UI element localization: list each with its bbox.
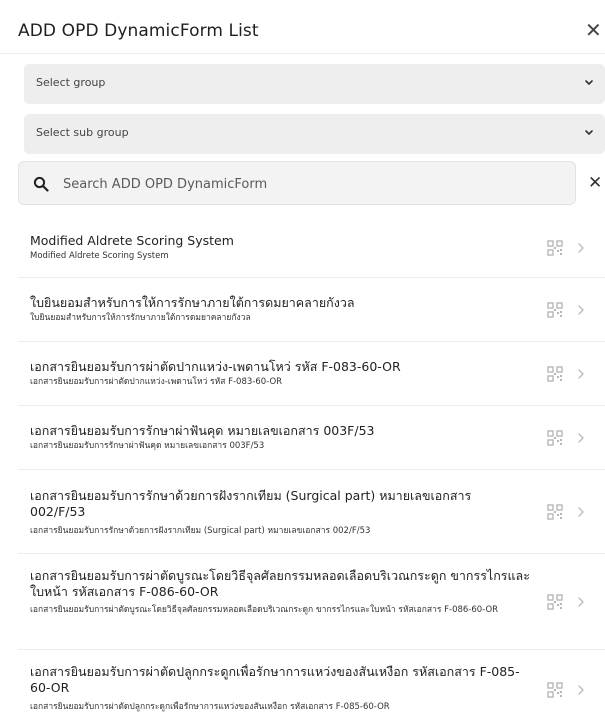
chevron-right-icon[interactable]: [577, 368, 585, 380]
item-subtitle: Modified Aldrete Scoring System: [30, 251, 169, 261]
select-sub-group-label: Select sub group: [36, 126, 129, 139]
item-subtitle: ใบยินยอมสำหรับการให้การรักษาภายใต้การดมย…: [30, 313, 251, 323]
clear-search-icon[interactable]: ✕: [588, 172, 605, 194]
chevron-down-icon: [585, 130, 593, 135]
qr-code-icon[interactable]: [547, 240, 563, 256]
item-subtitle: เอกสารยินยอมรับการผ่าตัดบูรณะโดยวิธีจุลศ…: [30, 605, 499, 615]
search-input[interactable]: Search ADD OPD DynamicForm: [18, 161, 576, 205]
list-item[interactable]: เอกสารยินยอมรับการรักษาด้วยการฝังรากเทีย…: [18, 470, 605, 554]
chevron-right-icon[interactable]: [577, 684, 585, 696]
item-subtitle: เอกสารยินยอมรับการรักษาด้วยการฝังรากเทีย…: [30, 526, 371, 536]
qr-code-icon[interactable]: [547, 302, 563, 318]
chevron-down-icon: [585, 80, 593, 85]
item-title: ใบยินยอมสำหรับการให้การรักษาภายใต้การดมย…: [30, 295, 355, 310]
item-title: เอกสารยินยอมรับการรักษาผ่าฟันคุด หมายเลข…: [30, 423, 375, 438]
select-group-label: Select group: [36, 76, 106, 89]
item-subtitle: เอกสารยินยอมรับการผ่าตัดปลูกกระดูกเพื่อร…: [30, 702, 390, 712]
page-title: ADD OPD DynamicForm List: [18, 21, 259, 41]
qr-code-icon[interactable]: [547, 504, 563, 520]
close-icon[interactable]: ✕: [585, 18, 605, 42]
item-subtitle: เอกสารยินยอมรับการผ่าตัดปากแหว่ง-เพดานโห…: [30, 377, 283, 387]
search-placeholder: Search ADD OPD DynamicForm: [63, 177, 268, 192]
chevron-right-icon[interactable]: [577, 432, 585, 444]
qr-code-icon[interactable]: [547, 594, 563, 610]
qr-code-icon[interactable]: [547, 366, 563, 382]
select-sub-group-dropdown[interactable]: Select sub group: [24, 114, 605, 154]
chevron-right-icon[interactable]: [577, 242, 585, 254]
list-item[interactable]: เอกสารยินยอมรับการรักษาผ่าฟันคุด หมายเลข…: [18, 406, 605, 470]
list-item[interactable]: เอกสารยินยอมรับการผ่าตัดบูรณะโดยวิธีจุลศ…: [18, 554, 605, 650]
item-title: Modified Aldrete Scoring System: [30, 233, 234, 248]
item-subtitle: เอกสารยินยอมรับการรักษาผ่าฟันคุด หมายเลข…: [30, 441, 265, 451]
chevron-right-icon[interactable]: [577, 506, 585, 518]
item-title: เอกสารยินยอมรับการผ่าตัดบูรณะโดยวิธีจุลศ…: [30, 568, 530, 599]
list-item[interactable]: ใบยินยอมสำหรับการให้การรักษาภายใต้การดมย…: [18, 278, 605, 342]
dialog-header: ADD OPD DynamicForm List ✕: [0, 0, 605, 54]
list-item[interactable]: Modified Aldrete Scoring System Modified…: [18, 216, 605, 278]
qr-code-icon[interactable]: [547, 682, 563, 698]
search-icon: [33, 176, 49, 192]
list-item[interactable]: เอกสารยินยอมรับการผ่าตัดปากแหว่ง-เพดานโห…: [18, 342, 605, 406]
item-title: เอกสารยินยอมรับการรักษาด้วยการฝังรากเทีย…: [30, 488, 472, 519]
select-group-dropdown[interactable]: Select group: [24, 64, 605, 104]
list-item[interactable]: เอกสารยินยอมรับการผ่าตัดปลูกกระดูกเพื่อร…: [18, 650, 605, 720]
item-title: เอกสารยินยอมรับการผ่าตัดปลูกกระดูกเพื่อร…: [30, 664, 520, 695]
chevron-right-icon[interactable]: [577, 596, 585, 608]
item-title: เอกสารยินยอมรับการผ่าตัดปากแหว่ง-เพดานโห…: [30, 359, 401, 374]
chevron-right-icon[interactable]: [577, 304, 585, 316]
qr-code-icon[interactable]: [547, 430, 563, 446]
